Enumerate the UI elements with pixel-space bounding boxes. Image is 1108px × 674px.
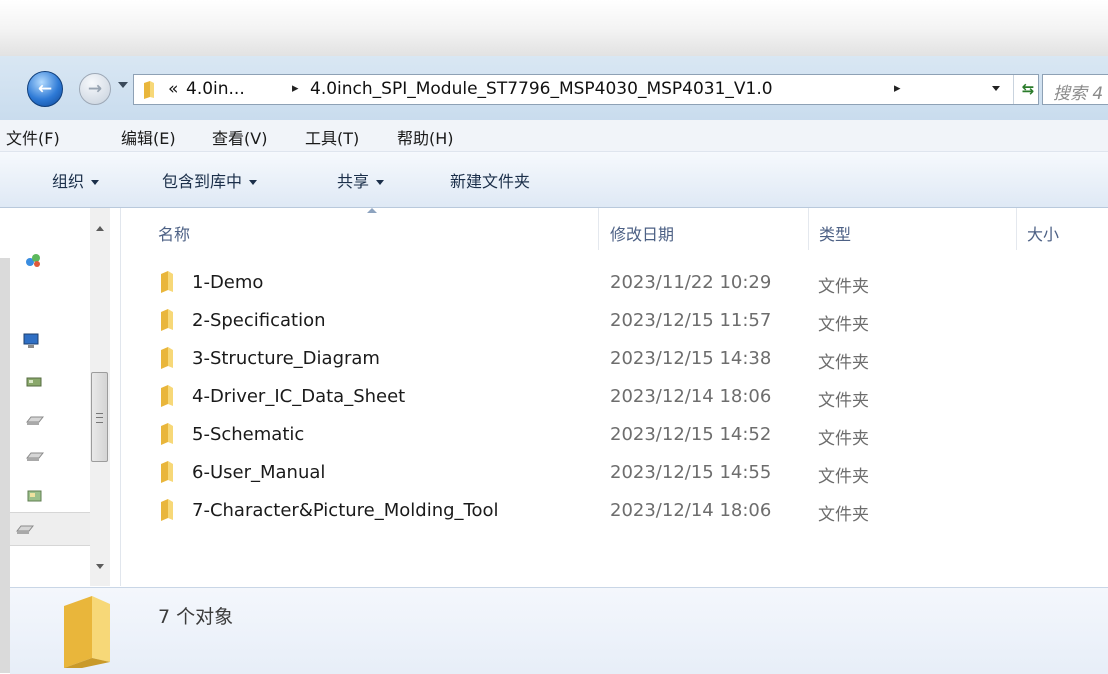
menu-file[interactable]: 文件(F) — [6, 125, 60, 149]
folder-icon — [161, 271, 173, 293]
breadcrumb-item[interactable]: 4.0inch_SPI_Module_ST7796_MSP4030_MSP403… — [310, 79, 773, 99]
folder-icon — [161, 499, 173, 521]
drive-icon[interactable] — [26, 412, 44, 428]
file-type: 文件夹 — [818, 353, 869, 373]
folder-icon — [161, 309, 173, 331]
file-date: 2023/12/14 18:06 — [610, 500, 772, 521]
file-date: 2023/12/14 18:06 — [610, 386, 772, 407]
forward-button[interactable]: → — [79, 73, 111, 105]
folder-icon — [64, 596, 110, 668]
share-label: 共享 — [337, 172, 370, 191]
file-row[interactable]: 7-Character&Picture_Molding_Tool 2023/12… — [150, 495, 1108, 531]
file-name: 6-User_Manual — [192, 462, 326, 483]
recent-pages-dropdown-icon[interactable] — [118, 82, 128, 88]
address-dropdown-icon[interactable] — [992, 86, 1000, 91]
address-toolbar: ← → « 4.0in... ▸ 4.0inch_SPI_Module_ST77… — [0, 56, 1108, 120]
menu-help[interactable]: 帮助(H) — [397, 125, 454, 149]
chevron-down-icon — [376, 180, 385, 185]
file-name: 5-Schematic — [192, 424, 305, 445]
organize-button[interactable]: 组织 — [52, 168, 100, 192]
back-button[interactable]: ← — [27, 71, 63, 107]
column-header-name[interactable]: 名称 — [158, 221, 190, 245]
folder-icon — [161, 423, 173, 445]
scroll-up-icon[interactable] — [96, 226, 104, 231]
file-name: 7-Character&Picture_Molding_Tool — [192, 500, 499, 521]
file-row[interactable]: 4-Driver_IC_Data_Sheet 2023/12/14 18:06 … — [150, 381, 1108, 417]
address-bar[interactable]: « 4.0in... ▸ 4.0inch_SPI_Module_ST7796_M… — [133, 74, 1039, 105]
file-name: 2-Specification — [192, 310, 326, 331]
network-drive-icon[interactable] — [26, 374, 44, 390]
search-placeholder: 搜索 4 — [1053, 84, 1104, 104]
file-type: 文件夹 — [818, 429, 869, 449]
drive-icon[interactable] — [26, 448, 44, 464]
new-folder-button[interactable]: 新建文件夹 — [450, 168, 530, 192]
nav-scrollbar[interactable] — [90, 208, 110, 586]
scroll-down-icon[interactable] — [96, 564, 104, 569]
include-in-library-button[interactable]: 包含到库中 — [162, 168, 258, 192]
grip-icon — [96, 413, 103, 423]
file-date: 2023/11/22 10:29 — [610, 272, 772, 293]
file-name: 1-Demo — [192, 272, 264, 293]
forward-arrow-icon: → — [87, 79, 103, 99]
column-header-type[interactable]: 类型 — [819, 221, 851, 245]
file-name: 4-Driver_IC_Data_Sheet — [192, 386, 406, 407]
window-border-left — [0, 258, 10, 673]
refresh-icon[interactable]: ⇆ — [1019, 80, 1037, 98]
command-bar: 组织 包含到库中 共享 新建文件夹 — [0, 152, 1108, 208]
folder-icon — [161, 385, 173, 407]
menu-view[interactable]: 查看(V) — [212, 125, 267, 149]
window-frame-top — [0, 0, 1108, 56]
breadcrumb-item[interactable]: 4.0in... — [186, 79, 245, 99]
breadcrumb-separator-icon[interactable]: ▸ — [894, 81, 901, 96]
file-row[interactable]: 1-Demo 2023/11/22 10:29 文件夹 — [150, 267, 1108, 303]
include-in-library-label: 包含到库中 — [162, 172, 243, 191]
item-count: 7 个对象 — [158, 606, 234, 628]
chevron-down-icon — [91, 180, 100, 185]
file-row[interactable]: 6-User_Manual 2023/12/15 14:55 文件夹 — [150, 457, 1108, 493]
file-date: 2023/12/15 14:38 — [610, 348, 772, 369]
details-pane: 7 个对象 — [10, 587, 1108, 674]
file-date: 2023/12/15 14:55 — [610, 462, 772, 483]
drive-icon — [16, 525, 34, 534]
share-button[interactable]: 共享 — [337, 168, 385, 192]
folder-icon — [161, 461, 173, 483]
scrollbar-thumb[interactable] — [91, 372, 108, 462]
folder-icon — [144, 81, 154, 99]
column-divider[interactable] — [598, 208, 599, 250]
sort-ascending-icon — [367, 208, 377, 213]
breadcrumb-separator-icon[interactable]: ▸ — [292, 81, 299, 96]
file-type: 文件夹 — [818, 277, 869, 297]
file-type: 文件夹 — [818, 505, 869, 525]
file-row[interactable]: 5-Schematic 2023/12/15 14:52 文件夹 — [150, 419, 1108, 455]
menu-tools[interactable]: 工具(T) — [305, 125, 359, 149]
breadcrumb-overflow[interactable]: « — [168, 79, 178, 99]
column-header-size[interactable]: 大小 — [1027, 221, 1059, 245]
address-divider — [1013, 75, 1014, 104]
file-type: 文件夹 — [818, 467, 869, 487]
file-date: 2023/12/15 14:52 — [610, 424, 772, 445]
menu-edit[interactable]: 编辑(E) — [121, 125, 176, 149]
file-row[interactable]: 3-Structure_Diagram 2023/12/15 14:38 文件夹 — [150, 343, 1108, 379]
menu-bar: 文件(F) 编辑(E) 查看(V) 工具(T) 帮助(H) — [0, 120, 1108, 152]
organize-label: 组织 — [52, 172, 85, 191]
file-name: 3-Structure_Diagram — [192, 348, 380, 369]
search-input[interactable]: 搜索 4 — [1042, 74, 1108, 105]
file-date: 2023/12/15 11:57 — [610, 310, 772, 331]
column-divider[interactable] — [808, 208, 809, 250]
file-row[interactable]: 2-Specification 2023/12/15 11:57 文件夹 — [150, 305, 1108, 341]
column-header-date[interactable]: 修改日期 — [610, 221, 674, 245]
column-divider[interactable] — [1016, 208, 1017, 250]
media-drive-icon[interactable] — [26, 488, 44, 504]
file-type: 文件夹 — [818, 315, 869, 335]
computer-icon[interactable] — [22, 333, 40, 349]
file-type: 文件夹 — [818, 391, 869, 411]
chevron-down-icon — [249, 180, 258, 185]
homegroup-icon[interactable] — [24, 252, 42, 268]
folder-icon — [161, 347, 173, 369]
nav-item-selected[interactable] — [10, 512, 90, 546]
back-arrow-icon: ← — [37, 79, 53, 99]
